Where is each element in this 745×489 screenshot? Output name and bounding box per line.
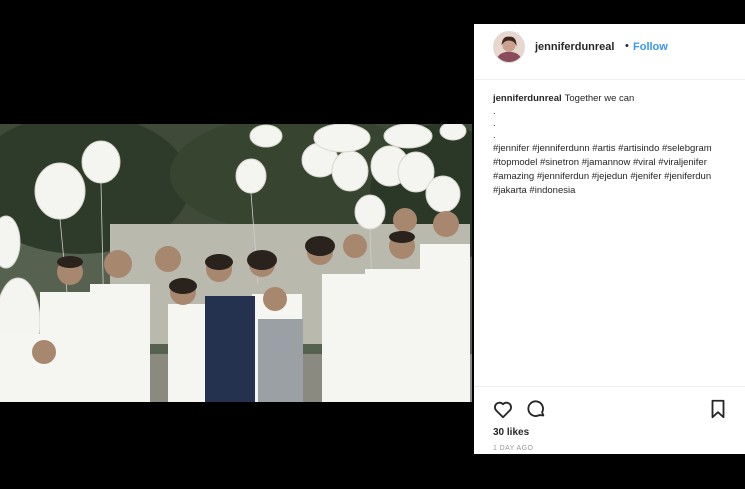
comment-icon[interactable]	[525, 398, 547, 420]
heart-icon[interactable]	[492, 398, 514, 420]
likes-count[interactable]: 30 likes	[493, 427, 529, 438]
caption-text: Together we can	[564, 93, 635, 104]
post-header: jenniferdunreal • Follow	[474, 24, 745, 80]
follow-button[interactable]: Follow	[633, 41, 668, 53]
bookmark-icon[interactable]	[707, 398, 729, 420]
avatar[interactable]	[493, 31, 525, 63]
post-timestamp: 1 DAY AGO	[493, 445, 534, 452]
caption: jenniferdunreal Together we can . . . #je…	[493, 92, 725, 198]
header-username[interactable]: jenniferdunreal	[535, 41, 614, 53]
caption-dot-line: .	[493, 106, 496, 117]
post-actions: 30 likes 1 DAY AGO	[474, 386, 745, 454]
post-side-panel: jenniferdunreal • Follow jenniferdunreal…	[474, 24, 745, 454]
group-balloon-photo	[0, 124, 472, 402]
post-photo[interactable]	[0, 124, 472, 402]
avatar-image	[494, 32, 524, 62]
caption-dot-line: .	[493, 130, 496, 141]
caption-username[interactable]: jenniferdunreal	[493, 93, 562, 104]
caption-dot-line: .	[493, 118, 496, 129]
header-separator: •	[625, 40, 629, 52]
caption-hashtags[interactable]: #jennifer #jenniferdunn #artis #artisind…	[493, 142, 725, 198]
